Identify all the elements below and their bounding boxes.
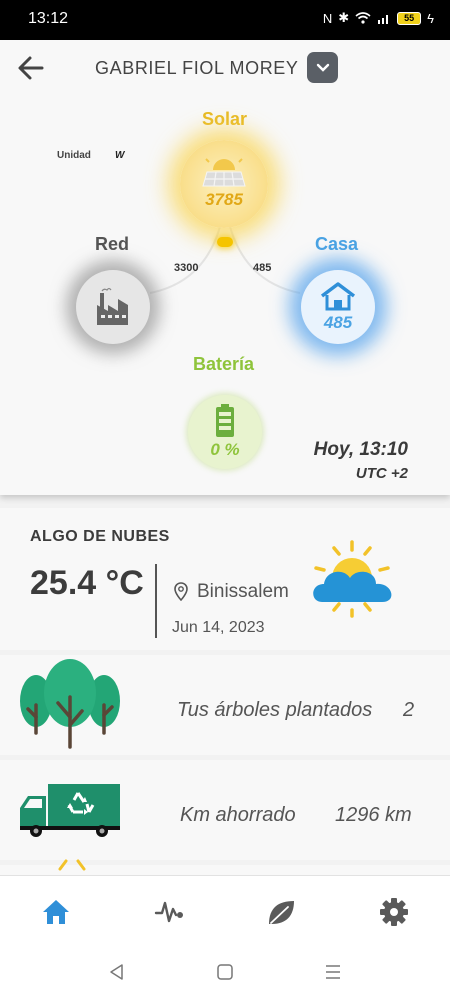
system-menu-button[interactable] <box>322 961 344 983</box>
km-saved-label: Km ahorrado <box>180 804 296 826</box>
system-back-button[interactable] <box>106 961 128 983</box>
house-icon <box>320 282 356 311</box>
home-label: Casa <box>315 234 359 254</box>
grid-label: Red <box>95 234 130 254</box>
system-nav-bar <box>0 945 450 1000</box>
grid-node[interactable] <box>76 270 150 344</box>
system-home-button[interactable] <box>214 961 236 983</box>
grid-flow-value: 3300 <box>174 262 199 274</box>
status-bar: 13:12 N ✱ 55 ϟ <box>0 0 450 40</box>
battery-value: 0 % <box>210 440 240 459</box>
gear-icon <box>380 898 408 926</box>
solar-value: 3785 <box>205 190 243 209</box>
charging-icon: ϟ <box>427 10 434 26</box>
km-saved-value: 1296 km <box>335 804 412 826</box>
status-icons: N ✱ 55 ϟ <box>323 10 434 26</box>
nav-eco[interactable] <box>265 896 297 928</box>
nav-settings[interactable] <box>378 896 410 928</box>
leaf-icon <box>269 901 294 924</box>
km-saved-card: Km ahorrado 1296 km <box>0 760 450 860</box>
factory-icon <box>97 287 128 325</box>
menu-lines-icon <box>326 965 340 979</box>
trees-planted-card: Tus árboles plantados 2 <box>0 655 450 755</box>
weather-condition: ALGO DE NUBES <box>30 528 170 545</box>
timezone-label: UTC +2 <box>355 465 408 482</box>
nav-activity[interactable] <box>153 896 185 928</box>
nav-home[interactable] <box>40 896 72 928</box>
weather-card: ALGO DE NUBES 25.4 °C Binissalem Jun 14,… <box>0 508 450 650</box>
trees-icon <box>20 659 120 749</box>
battery-label: Batería <box>193 354 255 374</box>
weather-temperature: 25.4 °C <box>30 564 144 602</box>
weather-date: Jun 14, 2023 <box>172 619 265 636</box>
battery-indicator: 55 <box>397 11 422 25</box>
trees-label: Tus árboles plantados <box>177 699 373 721</box>
activity-icon <box>154 901 183 923</box>
partly-cloudy-icon <box>313 540 392 618</box>
solar-node[interactable]: 3785 <box>180 140 268 228</box>
battery-node[interactable]: 0 % <box>188 395 262 469</box>
home-flow-value: 485 <box>253 262 272 274</box>
wifi-icon <box>355 12 371 24</box>
nfc-icon: N <box>322 10 333 26</box>
weather-location: Binissalem <box>197 581 289 602</box>
signal-icon <box>378 15 389 24</box>
bottom-nav <box>0 875 450 945</box>
battery-icon <box>216 404 234 437</box>
location-pin-icon <box>174 582 188 601</box>
trees-value: 2 <box>403 699 415 721</box>
solar-panel-icon <box>202 158 246 187</box>
last-update-time: Hoy, 13:10 <box>313 439 408 460</box>
weather-divider <box>155 564 157 638</box>
triangle-back-icon <box>110 964 123 980</box>
status-time: 13:12 <box>28 10 69 27</box>
recycling-truck-icon <box>20 784 120 837</box>
bluetooth-icon: ✱ <box>338 10 350 25</box>
square-home-icon <box>217 964 233 980</box>
energy-hub <box>217 237 233 247</box>
home-icon <box>43 900 69 924</box>
energy-panel: GABRIEL FIOL MOREY Unidad W Solar 3785 3… <box>0 40 450 495</box>
sun-peek-icon <box>58 859 86 871</box>
home-node[interactable]: 485 <box>301 270 375 344</box>
home-value: 485 <box>323 313 353 332</box>
solar-label: Solar <box>202 109 248 129</box>
